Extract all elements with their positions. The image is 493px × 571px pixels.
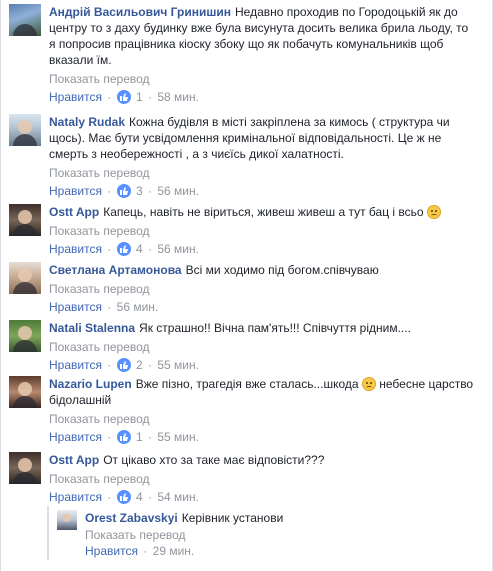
comment-time[interactable]: 55 мин.	[157, 430, 199, 444]
avatar[interactable]	[9, 4, 41, 36]
like-button[interactable]: Нравится	[49, 430, 102, 444]
show-translation-link[interactable]: Показать перевод	[49, 339, 486, 355]
like-count[interactable]: 1	[136, 430, 143, 444]
separator: ·	[107, 430, 112, 444]
like-count[interactable]: 4	[136, 242, 143, 256]
sad-face-emoji-icon	[426, 205, 441, 219]
comment-time[interactable]: 54 мин.	[157, 490, 199, 504]
show-translation-link[interactable]: Показать перевод	[49, 223, 486, 239]
comment-time[interactable]: 56 мин.	[157, 242, 199, 256]
like-count[interactable]: 3	[136, 184, 143, 198]
comment: Андрій Васильович Гринишин Недавно проход…	[9, 4, 486, 104]
thumbs-up-icon	[116, 358, 131, 372]
comment-author[interactable]: Ostt App	[49, 205, 99, 219]
comment: Nazario Lupen Вже пізно, трагедія вже ста…	[9, 376, 486, 448]
avatar[interactable]	[9, 376, 41, 408]
separator: ·	[143, 544, 148, 558]
comment-author[interactable]: Андрій Васильович Гринишин	[49, 5, 231, 19]
comment: Ostt App Капець, навіть не віриться, живе…	[9, 204, 486, 260]
separator: ·	[107, 184, 112, 198]
show-translation-link[interactable]: Показать перевод	[49, 71, 486, 87]
comment-time[interactable]: 29 мин.	[153, 544, 195, 558]
separator: ·	[148, 90, 153, 104]
comment: Nataly Rudak Кожна будівля в місті закріп…	[9, 114, 486, 198]
like-button[interactable]: Нравится	[49, 90, 102, 104]
comment-author[interactable]: Orest Zabavskyi	[85, 511, 178, 525]
comment-text: Капець, навіть не віриться, живеш живеш …	[103, 205, 424, 219]
like-count[interactable]: 1	[136, 90, 143, 104]
comment-time[interactable]: 55 мин.	[157, 358, 199, 372]
comments-panel: Андрій Васильович Гринишин Недавно проход…	[0, 0, 493, 571]
thumbs-up-icon	[116, 184, 131, 198]
comment: Ostt App От цікаво хто за таке має відпов…	[9, 452, 486, 506]
like-button[interactable]: Нравится	[49, 358, 102, 372]
comment: Светлана Артамонова Всі ми ходимо під бог…	[9, 262, 486, 318]
comment-text: От цікаво хто за таке має відповісти???	[103, 453, 325, 467]
separator: ·	[148, 242, 153, 256]
comment-time[interactable]: 56 мин.	[117, 300, 159, 314]
comment-author[interactable]: Nataly Rudak	[49, 115, 125, 129]
separator: ·	[107, 358, 112, 372]
show-translation-link[interactable]: Показать перевод	[85, 527, 486, 543]
avatar[interactable]	[9, 262, 41, 294]
like-count[interactable]: 4	[136, 490, 143, 504]
comment-text: Як страшно!! Вічна пам'ять!!! Співчуття …	[139, 321, 411, 335]
like-button[interactable]: Нравится	[85, 544, 138, 558]
show-translation-link[interactable]: Показать перевод	[49, 471, 486, 487]
separator: ·	[148, 430, 153, 444]
comment-author[interactable]: Ostt App	[49, 453, 99, 467]
separator: ·	[107, 242, 112, 256]
reply-thread-line	[47, 506, 49, 560]
separator: ·	[107, 490, 112, 504]
like-button[interactable]: Нравится	[49, 490, 102, 504]
separator: ·	[148, 490, 153, 504]
separator: ·	[148, 184, 153, 198]
comment-time[interactable]: 58 мин.	[157, 90, 199, 104]
avatar[interactable]	[57, 510, 77, 530]
like-button[interactable]: Нравится	[49, 242, 102, 256]
show-translation-link[interactable]: Показать перевод	[49, 165, 486, 181]
comment: Natali Stalenna Як страшно!! Вічна пам'ят…	[9, 320, 486, 376]
comment-time[interactable]: 56 мин.	[157, 184, 199, 198]
comment-text: Всі ми ходимо під богом.співчуваю	[185, 263, 379, 277]
comment-author[interactable]: Светлана Артамонова	[49, 263, 182, 277]
reply-comment: Orest Zabavskyi Керівник установи Показат…	[57, 510, 486, 562]
thumbs-up-icon	[116, 90, 131, 104]
separator: ·	[107, 90, 112, 104]
show-translation-link[interactable]: Показать перевод	[49, 281, 486, 297]
thumbs-up-icon	[116, 490, 131, 504]
avatar[interactable]	[9, 452, 41, 484]
thumbs-up-icon	[116, 430, 131, 444]
thumbs-up-icon	[116, 242, 131, 256]
show-translation-link[interactable]: Показать перевод	[49, 411, 486, 427]
separator: ·	[148, 358, 153, 372]
comment-author[interactable]: Natali Stalenna	[49, 321, 135, 335]
separator: ·	[107, 300, 112, 314]
like-count[interactable]: 2	[136, 358, 143, 372]
comment-text: Керівник установи	[181, 511, 284, 525]
comment-text: Вже пізно, трагедія вже сталась...шкода	[135, 377, 359, 391]
like-button[interactable]: Нравится	[49, 184, 102, 198]
avatar[interactable]	[9, 204, 41, 236]
comment-author[interactable]: Nazario Lupen	[49, 377, 132, 391]
like-button[interactable]: Нравится	[49, 300, 102, 314]
avatar[interactable]	[9, 320, 41, 352]
sad-face-emoji-icon	[361, 377, 376, 391]
avatar[interactable]	[9, 114, 41, 146]
